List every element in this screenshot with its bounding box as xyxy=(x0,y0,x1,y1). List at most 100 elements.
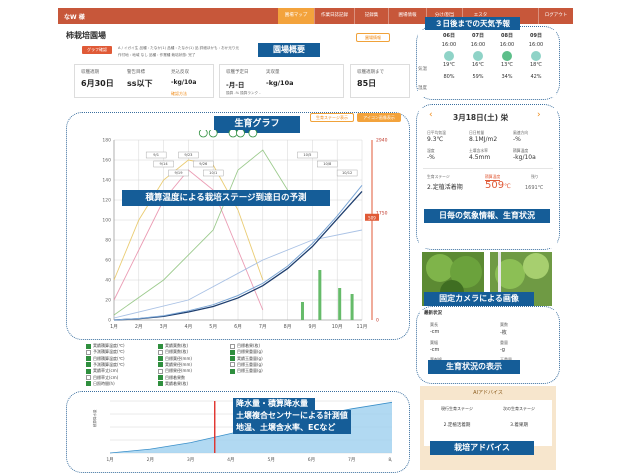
legend-item[interactable]: 予測積算温度(℃) xyxy=(86,349,125,355)
weather-card: 気温 湿度 06日 16:00 19℃ 80% 07日 16:00 16℃ 59… xyxy=(418,30,556,97)
status-value-leaf-count: -枚 xyxy=(500,330,507,336)
advice-val-current: 2.定植活着期 xyxy=(443,423,471,428)
legend-item[interactable]: 目標玉重量(g) xyxy=(230,362,263,368)
legend-item[interactable]: 実績果径(mm) xyxy=(158,362,192,368)
label-prediction: 積算温度による栽培ステージ到達日の予測 xyxy=(122,190,330,206)
daily-card: ‹ 3月18日(土) 栄 › 日平均気温 9.3℃ 日日射量 8.1MJ/m2 … xyxy=(419,108,557,248)
y-tick-label: 0 xyxy=(108,318,111,324)
chevron-left-icon[interactable]: ‹ xyxy=(429,110,433,120)
nav-item-map[interactable]: 圃場マップ xyxy=(278,8,314,24)
legend-checkbox[interactable] xyxy=(86,368,91,374)
legend-item[interactable]: 予測積算温度(℃) xyxy=(86,362,125,368)
legend-item[interactable]: 目標玉重量(g) xyxy=(230,368,263,374)
legend-checkbox[interactable] xyxy=(158,362,163,368)
stat-value-harvest-date: 6月30日 xyxy=(81,79,114,88)
rain-icon xyxy=(502,51,512,61)
legend-item[interactable]: 目標葉数(枚) xyxy=(158,349,188,355)
x-tick-label: 9月 xyxy=(308,324,316,330)
x-tick-label: 8月 xyxy=(284,324,292,330)
legend-checkbox[interactable] xyxy=(158,356,163,362)
weather-temp: 18℃ xyxy=(530,62,542,68)
leaf-icon xyxy=(208,130,218,138)
legend-item[interactable]: 目標果重量(g) xyxy=(230,349,263,355)
status-label: 葉数 xyxy=(500,322,508,327)
nav-item-field-info[interactable]: 圃場情報 xyxy=(388,8,426,24)
x-tick-label: 6月 xyxy=(234,324,242,330)
metric-value-soil: 4.5mm xyxy=(469,154,491,161)
legend-label: 目標着果(枚) xyxy=(237,343,261,348)
status-label: 重量 xyxy=(500,340,508,345)
legend-item[interactable]: 日照時間(h) xyxy=(86,381,115,387)
legend-checkbox[interactable] xyxy=(230,356,235,362)
legend-label: 目標玉重量(g) xyxy=(237,368,263,374)
metric-value-humidity: -% xyxy=(427,154,435,161)
legend-item[interactable]: 実績着果(枚) xyxy=(158,381,188,387)
overview-graph-button[interactable]: グラフ確認 xyxy=(82,46,112,54)
legend-item[interactable]: 実績玉重量(g) xyxy=(230,356,263,362)
status-value-leaf-width: -cm xyxy=(430,347,440,353)
y2-tick-label: 0 xyxy=(376,318,379,324)
nav-item-records[interactable]: 記録集 xyxy=(354,8,388,24)
legend-item[interactable]: 目標着果数 xyxy=(158,375,185,381)
stage-code: 10/1 xyxy=(209,171,217,175)
stage-code: 10/5 xyxy=(303,153,311,157)
icon-image-button[interactable]: アイコン画像表示 xyxy=(357,113,401,122)
legend-checkbox[interactable] xyxy=(86,362,91,368)
leaf-icon xyxy=(236,130,245,138)
cloud-icon xyxy=(473,51,483,61)
x-tick-label: 4月 xyxy=(184,324,192,330)
legend-label: 目標葉径(mm) xyxy=(165,355,192,361)
stat-label: 見込反収 xyxy=(171,70,189,75)
advice-table: 現行生育ステージ 次の生育ステージ 2.定植活着期 3.着果期 xyxy=(424,400,552,446)
legend-checkbox[interactable] xyxy=(158,375,163,380)
weather-day-4: 09日 16:00 18℃ 42% xyxy=(523,32,549,80)
legend-label: 実績草丈(cm) xyxy=(93,368,119,374)
accum-number: 509 xyxy=(485,180,505,191)
legend-item[interactable]: 目標積算温度(℃) xyxy=(86,356,125,362)
legend-checkbox[interactable] xyxy=(86,343,91,349)
legend-checkbox[interactable] xyxy=(230,349,235,355)
ai-advice-card: AIアドバイス 現行生育ステージ 次の生育ステージ 2.定植活着期 3.着果期 xyxy=(420,386,556,470)
legend-checkbox[interactable] xyxy=(158,343,163,349)
status-value-leaf-length: -cm xyxy=(430,329,440,335)
weather-day-1: 06日 16:00 19℃ 80% xyxy=(436,32,462,80)
status-label: 葉長 xyxy=(430,322,438,327)
chevron-right-icon[interactable]: › xyxy=(537,110,541,120)
legend-checkbox[interactable] xyxy=(230,362,235,368)
legend-item[interactable]: 目標葉径(mm) xyxy=(158,356,192,362)
stats-note-rank: 換算 -% 換算ランク - xyxy=(226,91,261,95)
legend-label: 目標積算温度(℃) xyxy=(93,355,125,361)
legend-label: 実績葉数(枚) xyxy=(165,343,189,348)
legend-checkbox[interactable] xyxy=(230,368,235,374)
label-overview: 園場概要 xyxy=(258,43,320,57)
legend-checkbox[interactable] xyxy=(158,349,163,355)
overview-text-2: 作付地 : 地域 なし 品種 : 作業種 栽培状態: 完了 xyxy=(118,53,196,57)
weather-temp: 19℃ xyxy=(443,62,455,68)
stat-label: 収穫適期まで xyxy=(357,70,384,75)
stage-display-button[interactable]: 生育ステージ表示 xyxy=(310,113,354,122)
nav-item-journal[interactable]: 作業日誌記録 xyxy=(314,8,354,24)
legend-item[interactable]: 実績草丈(cm) xyxy=(86,368,118,374)
legend-item[interactable]: 目標草丈(cm) xyxy=(86,375,118,381)
legend-checkbox[interactable] xyxy=(86,375,91,380)
legend-checkbox[interactable] xyxy=(158,381,163,387)
legend-label: 目標果重量(g) xyxy=(237,349,263,355)
field-info-button[interactable]: 圃場情報 xyxy=(356,33,390,42)
app-logo[interactable]: なW 様 xyxy=(64,12,85,21)
legend-checkbox[interactable] xyxy=(86,349,91,355)
legend-item[interactable]: 目標果径(mm) xyxy=(158,368,192,374)
nav-item-logout[interactable]: ログアウト xyxy=(538,8,573,24)
legend-checkbox[interactable] xyxy=(230,343,235,349)
leaf-icon xyxy=(248,130,258,138)
legend-label: 目標葉数(枚) xyxy=(165,349,189,355)
stage-code: 10/8 xyxy=(323,162,332,166)
legend-checkbox[interactable] xyxy=(158,368,163,374)
legend-checkbox[interactable] xyxy=(86,381,91,387)
stage-code: 9/26 xyxy=(199,162,208,166)
x-tick-label: 7月 xyxy=(348,457,355,463)
weather-row-label-humid: 湿度 xyxy=(418,86,427,91)
stats-note-link[interactable]: 確認方法 xyxy=(171,91,187,97)
legend-checkbox[interactable] xyxy=(86,356,91,362)
stage-code: 9/23 xyxy=(184,153,192,157)
stat-value-actual-yield: -kg/10a xyxy=(266,79,294,87)
